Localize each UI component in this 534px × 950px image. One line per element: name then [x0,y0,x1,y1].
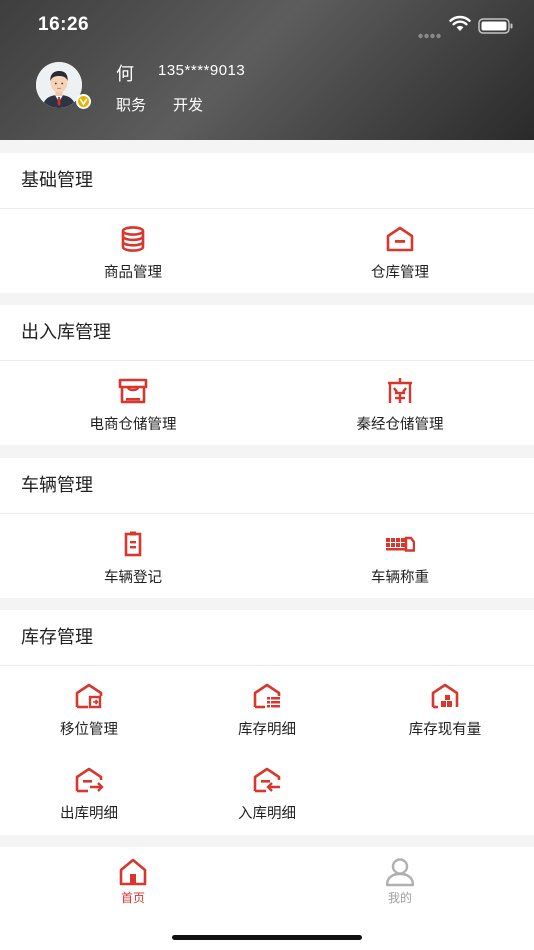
user-role-value: 开发 [173,96,204,114]
tab-home[interactable]: 首页 [93,857,173,906]
store-icon [118,377,148,405]
menu-item-label: 车辆称重 [371,570,429,586]
menu-item-ecommerce-storage[interactable]: 电商仓储管理 [73,377,193,434]
warehouse-icon [385,225,415,253]
verified-badge-icon [76,94,91,109]
avatar[interactable] [36,62,94,109]
menu-item-product-management[interactable]: 商品管理 [73,225,193,282]
section-title: 车辆管理 [0,458,534,514]
menu-item-inbound-detail[interactable]: 入库明细 [207,766,327,823]
menu-item-vehicle-weighing[interactable]: 车辆称重 [340,530,460,587]
house-out-icon [74,766,104,794]
menu-item-inventory-on-hand[interactable]: 库存现有量 [385,682,505,739]
house-boxes-icon [430,682,460,710]
wifi-icon [449,15,471,36]
section-title: 库存管理 [0,610,534,666]
house-move-icon [74,682,104,710]
section-inventory-management: 库存管理 移位管理 库存明细 库存现有量 出库明细 入库明细 [0,610,534,835]
database-icon [118,225,148,253]
menu-item-warehouse-management[interactable]: 仓库管理 [340,225,460,282]
clipboard-icon [118,530,148,558]
cellular-signal-icon [418,24,442,43]
home-icon [93,857,173,887]
truck-icon [385,530,416,558]
battery-icon [478,18,514,38]
menu-item-label: 出库明细 [60,806,118,822]
section-basic-management: 基础管理 商品管理 仓库管理 [0,153,534,293]
user-icon [360,857,440,887]
section-inout-management: 出入库管理 电商仓储管理 秦经仓储管理 [0,305,534,445]
menu-item-vehicle-registration[interactable]: 车辆登记 [73,530,193,587]
gate-icon [385,377,415,405]
menu-item-qinjing-storage[interactable]: 秦经仓储管理 [340,377,460,434]
status-time: 16:26 [38,14,90,35]
tab-mine[interactable]: 我的 [360,857,440,906]
menu-item-label: 秦经仓储管理 [356,417,444,433]
house-list-icon [252,682,282,710]
section-vehicle-management: 车辆管理 车辆登记 车辆称重 [0,458,534,598]
menu-item-label: 移位管理 [60,722,118,738]
user-phone: 135****9013 [158,62,246,79]
home-indicator [172,935,362,940]
section-title: 基础管理 [0,153,534,209]
menu-item-label: 入库明细 [238,806,296,822]
house-in-icon [252,766,282,794]
section-title: 出入库管理 [0,305,534,361]
menu-item-label: 商品管理 [104,265,162,281]
tab-home-label: 首页 [120,891,145,905]
menu-item-label: 库存明细 [238,722,296,738]
profile-header: 16:26 何 135****9013 职务 开发 [0,0,534,140]
menu-item-inventory-detail[interactable]: 库存明细 [207,682,327,739]
menu-item-label: 库存现有量 [408,722,482,738]
tab-mine-label: 我的 [387,891,412,905]
menu-item-outbound-detail[interactable]: 出库明细 [29,766,149,823]
menu-item-label: 仓库管理 [371,265,429,281]
user-role-label: 职务 [116,96,147,114]
menu-item-label: 车辆登记 [104,570,162,586]
status-bar: 16:26 [0,0,534,52]
user-name: 何 [116,64,134,85]
menu-item-relocation-management[interactable]: 移位管理 [29,682,149,739]
menu-item-label: 电商仓储管理 [89,417,177,433]
